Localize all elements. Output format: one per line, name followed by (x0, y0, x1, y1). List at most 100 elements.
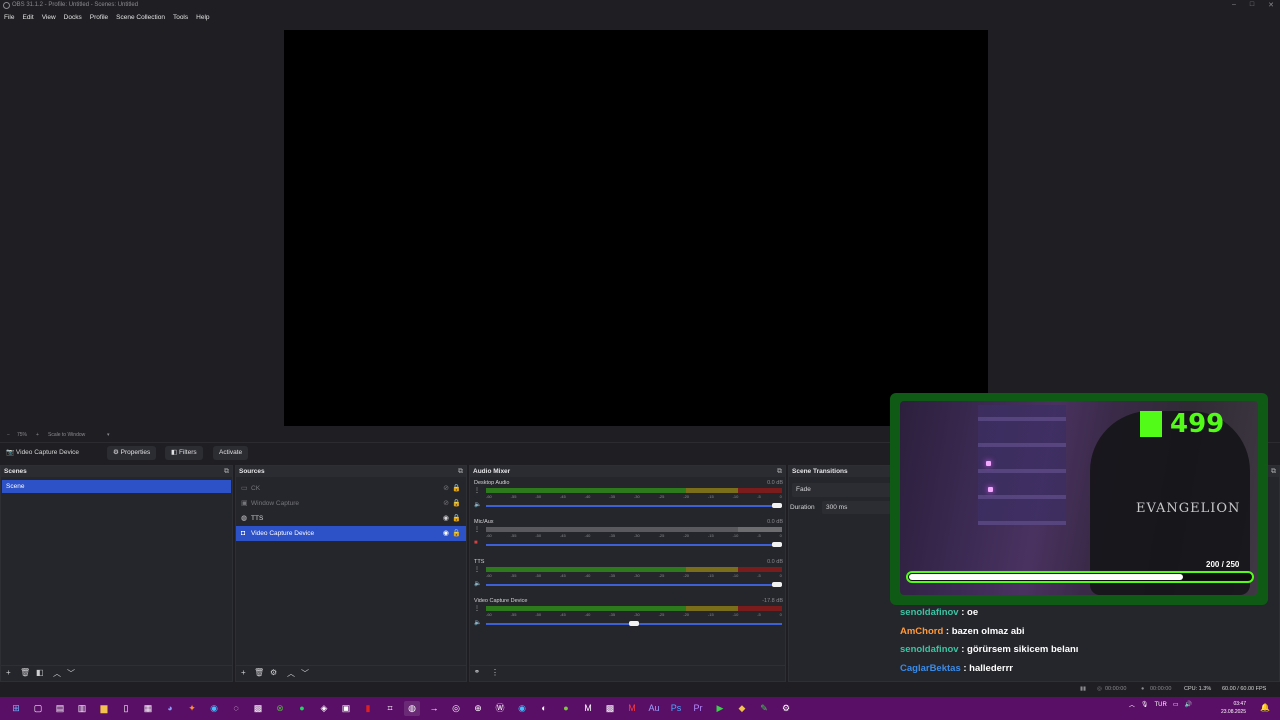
app-icon[interactable]: ▮ (360, 701, 376, 716)
mic-icon[interactable]: 🎙 (1141, 701, 1149, 708)
popout-icon[interactable]: ⧉ (777, 466, 782, 477)
steam-icon[interactable]: ◈ (316, 701, 332, 716)
zoom-out-icon[interactable]: − (7, 432, 10, 438)
activate-button[interactable]: Activate (213, 446, 249, 460)
move-up-icon[interactable]: ︿ (53, 668, 61, 679)
windows-start-icon[interactable]: ⊞ (8, 701, 24, 716)
trash-icon[interactable]: 🗑 (254, 668, 264, 677)
more-options-icon[interactable]: ⋮ (474, 566, 480, 573)
eye-icon[interactable]: ◉ (443, 526, 449, 541)
file-explorer-icon[interactable]: ▆ (96, 701, 112, 716)
move-down-icon[interactable]: ﹀ (301, 668, 309, 679)
source-item[interactable]: ◍ TTS ◉ 🔒 (236, 511, 466, 526)
widgets-icon[interactable]: ▤ (52, 701, 68, 716)
notifications-icon[interactable]: 🔔 (1260, 703, 1270, 712)
more-options-icon[interactable]: ⋮ (474, 487, 480, 494)
app-icon[interactable]: ◉ (514, 701, 530, 716)
lock-icon[interactable]: 🔒 (452, 481, 461, 496)
speaker-icon[interactable]: 🔈 (474, 619, 481, 626)
filters-button[interactable]: ◧ Filters (165, 446, 203, 460)
clock[interactable]: 03:47 23.08.2025 (1221, 700, 1246, 716)
app-icon[interactable]: ◎ (448, 701, 464, 716)
volume-slider-handle[interactable] (772, 542, 782, 547)
eye-hidden-icon[interactable]: ⊘ (443, 496, 449, 511)
link-icon[interactable]: ⚭ (474, 668, 480, 676)
menu-edit[interactable]: Edit (22, 12, 33, 24)
popout-icon[interactable]: ⧉ (1271, 466, 1276, 477)
volume-slider[interactable] (486, 542, 782, 547)
lock-icon[interactable]: 🔒 (452, 511, 461, 526)
app-icon[interactable]: ◐ (536, 701, 552, 716)
spotify-icon[interactable]: ● (294, 701, 310, 716)
filter-icon[interactable]: ◧ (36, 668, 44, 677)
menu-docks[interactable]: Docks (64, 12, 82, 24)
source-item[interactable]: ▭ CK ⊘ 🔒 (236, 481, 466, 496)
minimize-icon[interactable]: – (1232, 1, 1236, 9)
app-icon[interactable]: ◌ (228, 701, 244, 716)
app-icon[interactable]: → (426, 701, 442, 716)
close-icon[interactable]: ✕ (1268, 1, 1274, 9)
move-up-icon[interactable]: ︿ (287, 668, 295, 679)
language-indicator[interactable]: TUR (1155, 702, 1167, 708)
popout-icon[interactable]: ⧉ (458, 466, 463, 477)
more-options-icon[interactable]: ⋮ (474, 526, 480, 533)
audition-icon[interactable]: Au (646, 701, 662, 716)
add-scene-icon[interactable]: + (6, 668, 11, 677)
app-icon[interactable]: ✦ (184, 701, 200, 716)
lock-icon[interactable]: 🔒 (452, 526, 461, 541)
source-item[interactable]: ▣ Window Capture ⊘ 🔒 (236, 496, 466, 511)
speaker-icon[interactable]: 🔈 (474, 580, 481, 587)
menu-profile[interactable]: Profile (90, 12, 108, 24)
discord-icon[interactable]: ◕ (162, 701, 178, 716)
network-icon[interactable]: ▭ (1173, 701, 1179, 708)
obs-taskbar-icon[interactable]: ◍ (404, 701, 420, 716)
calculator-icon[interactable]: ▦ (140, 701, 156, 716)
eye-icon[interactable]: ◉ (443, 511, 449, 526)
scene-item[interactable]: Scene (2, 480, 231, 493)
zoom-level[interactable]: 75% (17, 432, 27, 438)
transition-select[interactable]: Fade (792, 483, 892, 497)
app-icon[interactable]: ⌗ (382, 701, 398, 716)
menu-view[interactable]: View (42, 12, 56, 24)
volume-icon[interactable]: 🔊 (1185, 701, 1192, 708)
search-icon[interactable]: ▢ (30, 701, 46, 716)
duration-input[interactable]: 300 ms (822, 501, 892, 514)
muted-speaker-icon[interactable]: ■ (474, 540, 478, 546)
menu-scene-collection[interactable]: Scene Collection (116, 12, 165, 24)
app-icon[interactable]: ● (558, 701, 574, 716)
app-icon[interactable]: ▩ (602, 701, 618, 716)
speaker-icon[interactable]: 🔈 (474, 501, 481, 508)
menu-tools[interactable]: Tools (173, 12, 188, 24)
app-icon[interactable]: ◆ (734, 701, 750, 716)
photoshop-icon[interactable]: Ps (668, 701, 684, 716)
chevron-down-icon[interactable]: ▾ (107, 432, 110, 438)
task-view-icon[interactable]: ▥ (74, 701, 90, 716)
app-icon[interactable]: ▣ (338, 701, 354, 716)
chevron-up-icon[interactable]: ︿ (1129, 700, 1135, 709)
popout-icon[interactable]: ⧉ (224, 466, 229, 477)
volume-slider-handle[interactable] (772, 503, 782, 508)
properties-button[interactable]: ⚙ Properties (107, 446, 157, 460)
premiere-icon[interactable]: Pr (690, 701, 706, 716)
notepad-icon[interactable]: ▯ (118, 701, 134, 716)
volume-slider[interactable] (486, 621, 782, 626)
app-icon[interactable]: M (580, 701, 596, 716)
volume-slider-handle[interactable] (629, 621, 639, 626)
app-icon[interactable]: Ⓦ (492, 701, 508, 716)
xbox-icon[interactable]: ⊗ (272, 701, 288, 716)
trash-icon[interactable]: 🗑 (20, 668, 30, 677)
edge-icon[interactable]: ◉ (206, 701, 222, 716)
more-options-icon[interactable]: ⋮ (491, 668, 499, 677)
menu-help[interactable]: Help (196, 12, 209, 24)
app-icon[interactable]: ⚙ (778, 701, 794, 716)
app-icon[interactable]: ▩ (250, 701, 266, 716)
volume-slider[interactable] (486, 582, 782, 587)
maximize-icon[interactable]: □ (1250, 1, 1254, 9)
app-icon[interactable]: ✎ (756, 701, 772, 716)
app-icon[interactable]: ⊕ (470, 701, 486, 716)
add-source-icon[interactable]: + (241, 668, 246, 677)
gear-icon[interactable]: ⚙ (270, 668, 277, 677)
volume-slider-handle[interactable] (772, 582, 782, 587)
more-options-icon[interactable]: ⋮ (474, 605, 480, 612)
menu-file[interactable]: File (4, 12, 14, 24)
